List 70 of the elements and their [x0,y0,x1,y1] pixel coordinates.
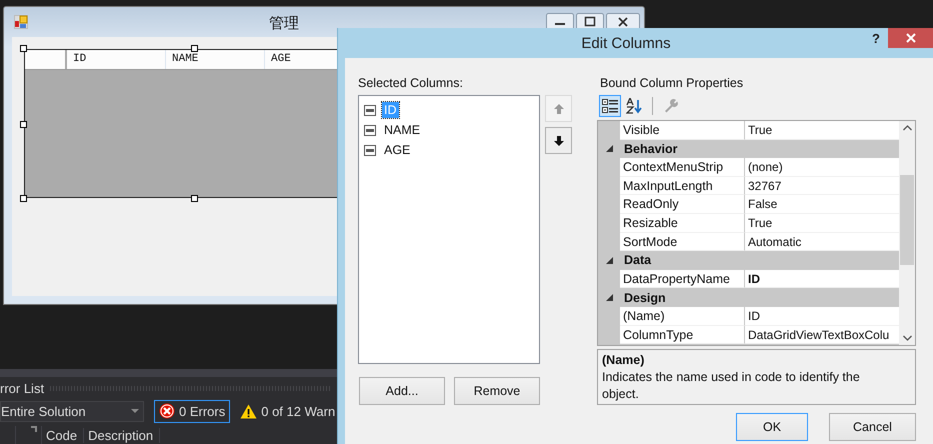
close-icon [906,33,916,43]
app-icon [14,15,28,29]
category-label[interactable]: Data [620,253,652,268]
sort-az-icon [626,98,642,114]
up-arrow-icon [554,104,564,114]
categorized-button[interactable] [599,95,621,117]
resize-handle[interactable] [191,45,198,52]
textbox-column-icon [364,144,376,156]
help-button[interactable]: ? [866,30,886,47]
dialog-title: Edit Columns [581,34,671,52]
property-value[interactable]: ID [745,306,899,326]
column-item[interactable]: AGE [364,140,539,160]
resize-handle[interactable] [20,45,27,52]
property-name[interactable]: ReadOnly [620,195,745,214]
property-value[interactable]: False [745,195,899,214]
scrollbar[interactable] [899,121,915,345]
filter-button[interactable]: 0 Errors [154,400,230,422]
property-value[interactable]: DataGridViewTextBoxColu [745,326,899,344]
property-value[interactable]: True [745,214,899,233]
property-value[interactable]: True [745,121,899,140]
scroll-thumb[interactable] [900,175,914,265]
resize-handle[interactable] [191,195,198,202]
scroll-down-icon[interactable] [902,335,912,341]
collapse-icon[interactable] [606,294,612,302]
property-name[interactable]: ColumnType [620,326,745,344]
panel-title: rror List [0,380,44,396]
ok-button[interactable]: OK [736,413,808,441]
column-header[interactable]: Code [42,428,84,442]
cancel-button[interactable]: Cancel [829,413,916,441]
close-button[interactable] [888,28,933,48]
textbox-column-icon [364,104,376,116]
resize-handle[interactable] [20,121,27,128]
property-name[interactable]: Resizable [620,214,745,233]
add-button[interactable]: Add... [359,377,445,405]
property-name[interactable]: ContextMenuStrip [620,158,745,177]
property-value[interactable]: Automatic [745,232,899,252]
form-title: 管理 [269,14,299,33]
collapse-icon[interactable] [606,145,612,152]
section-label: Selected Columns: [358,76,464,92]
collapse-icon[interactable] [606,256,612,264]
textbox-column-icon [364,124,376,136]
flag-icon [31,426,37,432]
property-value[interactable]: ID [745,270,899,288]
filter-button[interactable]: 0 of 12 Warn [235,400,340,422]
categorized-icon [602,99,618,113]
wrench-icon [664,99,678,113]
scroll-up-icon[interactable] [902,125,912,131]
columns-list[interactable]: ID NAME AGE [358,95,540,364]
remove-button[interactable]: Remove [454,377,540,405]
property-name[interactable]: MaxInputLength [620,176,745,196]
column-item[interactable]: NAME [364,120,539,140]
property-name[interactable]: SortMode [620,232,745,252]
category-label[interactable]: Design [620,290,666,305]
property-name[interactable]: (Name) [620,306,745,326]
resize-handle[interactable] [20,195,27,202]
column-header[interactable]: Description [84,428,160,442]
property-name[interactable]: DataPropertyName [620,270,745,288]
warning-icon [240,404,258,418]
move-up-button[interactable] [545,95,572,122]
column-header[interactable]: ID [67,50,166,69]
down-arrow-icon [554,136,564,146]
dropdown-arrow-icon [131,409,139,413]
error-icon [159,403,175,419]
move-down-button[interactable] [545,127,572,154]
property-value[interactable]: (none) [745,158,899,177]
description-title: (Name) [602,352,646,369]
property-value[interactable]: 32767 [745,176,899,196]
property-name[interactable]: Visible [620,121,745,140]
scope-dropdown[interactable]: Entire Solution [0,400,144,422]
description-text: Indicates the name used in code to identify the object. [602,369,861,403]
